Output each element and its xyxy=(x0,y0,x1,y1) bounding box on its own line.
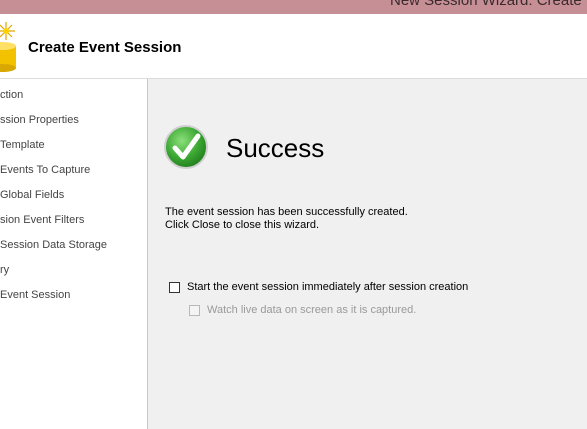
success-message-line2: Click Close to close this wizard. xyxy=(165,219,320,231)
sidebar-item-global-fields[interactable]: Global Fields xyxy=(0,189,64,201)
start-session-checkbox[interactable] xyxy=(169,281,180,293)
watch-live-option: Watch live data on screen as it is captu… xyxy=(189,304,416,316)
sidebar-item-create-event-session[interactable]: Event Session xyxy=(0,289,70,301)
watch-live-label: Watch live data on screen as it is captu… xyxy=(207,304,417,316)
watch-live-checkbox xyxy=(189,304,200,316)
window-titlebar[interactable]: New Session Wizard: Create E xyxy=(0,0,587,14)
wizard-content xyxy=(148,79,587,429)
start-session-label: Start the event session immediately afte… xyxy=(187,281,469,293)
sidebar-item-introduction[interactable]: ction xyxy=(0,89,23,101)
start-session-option[interactable]: Start the event session immediately afte… xyxy=(169,281,468,293)
status-heading: Success xyxy=(226,133,325,163)
success-checkmark-icon xyxy=(164,125,208,169)
wizard-header: Create Event Session xyxy=(0,14,587,79)
sidebar-item-event-filters[interactable]: sion Event Filters xyxy=(0,214,84,226)
page-title: Create Event Session xyxy=(28,39,182,56)
success-message-line1: The event session has been successfully … xyxy=(165,206,408,218)
sidebar-item-template[interactable]: Template xyxy=(0,139,45,151)
window-title: New Session Wizard: Create E xyxy=(390,0,587,9)
sidebar-item-data-storage[interactable]: Session Data Storage xyxy=(0,239,107,251)
sidebar-item-summary[interactable]: ry xyxy=(0,264,9,276)
sidebar-item-session-properties[interactable]: ssion Properties xyxy=(0,114,79,126)
wizard-steps-sidebar: ction ssion Properties Template Events T… xyxy=(0,79,148,429)
database-star-icon xyxy=(0,22,16,72)
sidebar-item-events-to-capture[interactable]: Events To Capture xyxy=(0,164,90,176)
